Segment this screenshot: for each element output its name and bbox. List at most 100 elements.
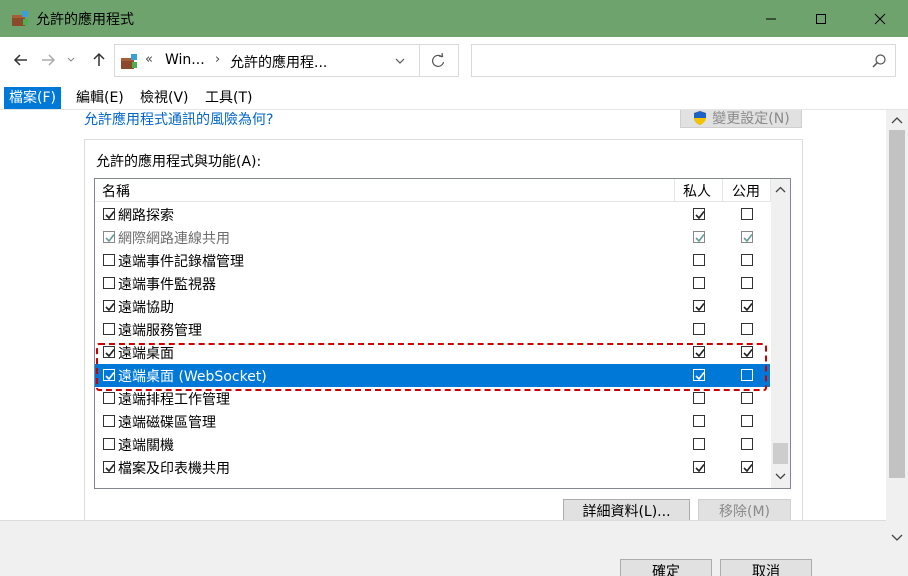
private-checkbox[interactable] <box>693 208 705 220</box>
chevron-down-icon <box>395 58 405 64</box>
app-enabled-checkbox[interactable] <box>103 392 115 404</box>
menu-view[interactable]: 檢視(V) <box>135 87 194 109</box>
forward-arrow-icon <box>42 54 56 66</box>
list-item[interactable]: 網際網路連線共用 <box>95 226 770 249</box>
app-enabled-checkbox[interactable] <box>103 300 115 312</box>
app-name: 遠端事件記錄檔管理 <box>118 254 244 270</box>
search-input[interactable] <box>471 44 896 77</box>
breadcrumb-windows[interactable]: Win... <box>165 52 205 68</box>
allowed-apps-label: 允許的應用程式與功能(A): <box>96 154 262 170</box>
list-scrollbar[interactable] <box>771 179 790 488</box>
public-checkbox[interactable] <box>741 323 753 335</box>
scroll-down-icon[interactable] <box>891 531 903 543</box>
address-dropdown-button[interactable] <box>390 52 410 70</box>
public-checkbox[interactable] <box>741 254 753 266</box>
cancel-button[interactable]: 取消 <box>720 559 812 576</box>
scroll-up-icon[interactable] <box>891 115 903 127</box>
check-icon <box>105 303 115 312</box>
public-checkbox[interactable] <box>741 277 753 289</box>
app-enabled-checkbox[interactable] <box>103 231 115 243</box>
list-item[interactable]: 遠端事件記錄檔管理 <box>95 249 770 272</box>
breadcrumb-separator[interactable]: › <box>215 52 220 67</box>
list-item[interactable]: 檔案及印表機共用 <box>95 456 770 479</box>
private-checkbox[interactable] <box>693 392 705 404</box>
menu-file[interactable]: 檔案(F) <box>4 87 61 109</box>
app-name: 遠端事件監視器 <box>118 277 216 293</box>
private-checkbox[interactable] <box>693 415 705 427</box>
app-name: 遠端磁碟區管理 <box>118 415 216 431</box>
firewall-location-icon <box>121 54 137 69</box>
list-item[interactable]: 遠端磁碟區管理 <box>95 410 770 433</box>
close-button[interactable] <box>857 0 903 37</box>
app-name: 遠端協助 <box>118 300 174 316</box>
check-icon <box>105 464 115 473</box>
public-checkbox[interactable] <box>741 438 753 450</box>
minimize-button[interactable] <box>748 0 794 37</box>
search-icon <box>872 54 886 68</box>
column-divider <box>674 179 675 202</box>
up-button[interactable] <box>88 49 110 71</box>
refresh-icon <box>432 52 445 67</box>
remote-desktop-highlight <box>96 343 767 391</box>
uac-shield-icon <box>694 111 707 125</box>
overflow-chevron[interactable]: « <box>145 52 153 67</box>
private-checkbox[interactable] <box>693 254 705 266</box>
app-enabled-checkbox[interactable] <box>103 323 115 335</box>
private-checkbox[interactable] <box>693 461 705 473</box>
back-arrow-icon <box>13 54 27 66</box>
list-item[interactable]: 遠端協助 <box>95 295 770 318</box>
public-checkbox[interactable] <box>741 208 753 220</box>
forward-button[interactable] <box>37 49 59 71</box>
app-name: 遠端服務管理 <box>118 323 202 339</box>
address-divider <box>419 45 420 76</box>
list-item[interactable]: 遠端服務管理 <box>95 318 770 341</box>
private-checkbox[interactable] <box>693 438 705 450</box>
page-scrollbar-thumb[interactable] <box>889 130 905 478</box>
page-scrollbar[interactable] <box>886 110 908 576</box>
firewall-app-icon <box>12 11 28 26</box>
breadcrumb-allowed-apps[interactable]: 允許的應用程... <box>230 52 327 72</box>
app-enabled-checkbox[interactable] <box>103 415 115 427</box>
public-checkbox[interactable] <box>741 300 753 312</box>
scroll-down-icon[interactable] <box>775 471 786 482</box>
private-checkbox[interactable] <box>693 323 705 335</box>
app-enabled-checkbox[interactable] <box>103 461 115 473</box>
change-settings-button[interactable]: 變更設定(N) <box>680 110 802 128</box>
scroll-up-icon[interactable] <box>775 185 786 196</box>
maximize-icon <box>816 13 826 24</box>
private-checkbox[interactable] <box>693 231 705 243</box>
column-header-public[interactable]: 公用 <box>732 181 760 201</box>
dialog-footer: 確定 取消 <box>0 521 886 576</box>
check-icon <box>743 303 753 312</box>
maximize-button[interactable] <box>798 0 844 37</box>
column-header-private[interactable]: 私人 <box>683 181 711 201</box>
public-checkbox[interactable] <box>741 461 753 473</box>
address-bar[interactable]: « Win... › 允許的應用程... <box>114 44 459 77</box>
private-checkbox[interactable] <box>693 277 705 289</box>
public-checkbox[interactable] <box>741 231 753 243</box>
menu-edit[interactable]: 編輯(E) <box>71 87 129 109</box>
list-scrollbar-thumb[interactable] <box>773 443 788 464</box>
list-item[interactable]: 遠端事件監視器 <box>95 272 770 295</box>
list-item[interactable]: 網路探索 <box>95 203 770 226</box>
app-enabled-checkbox[interactable] <box>103 254 115 266</box>
allowed-apps-list[interactable]: 名稱 私人 公用 網路探索網際網路連線共用遠端事件記錄檔管理 遠端事件監視器 遠端協… <box>94 178 791 489</box>
menu-tools[interactable]: 工具(T) <box>200 87 257 109</box>
refresh-button[interactable] <box>428 51 448 71</box>
check-icon <box>695 234 705 243</box>
public-checkbox[interactable] <box>741 392 753 404</box>
app-enabled-checkbox[interactable] <box>103 277 115 289</box>
app-name: 網路探索 <box>118 208 174 224</box>
list-item[interactable]: 遠端關機 <box>95 433 770 456</box>
risk-info-link[interactable]: 允許應用程式通訊的風險為何? <box>84 110 273 129</box>
app-enabled-checkbox[interactable] <box>103 438 115 450</box>
public-checkbox[interactable] <box>741 415 753 427</box>
back-button[interactable] <box>10 49 32 71</box>
column-header-name[interactable]: 名稱 <box>102 181 130 201</box>
app-name: 檔案及印表機共用 <box>118 461 230 477</box>
app-enabled-checkbox[interactable] <box>103 208 115 220</box>
private-checkbox[interactable] <box>693 300 705 312</box>
recent-locations-button[interactable] <box>64 49 78 71</box>
ok-button[interactable]: 確定 <box>620 559 712 576</box>
content-area: 允許應用程式通訊的風險為何? 變更設定(N) 允許的應用程式與功能(A): 名稱… <box>0 110 886 576</box>
